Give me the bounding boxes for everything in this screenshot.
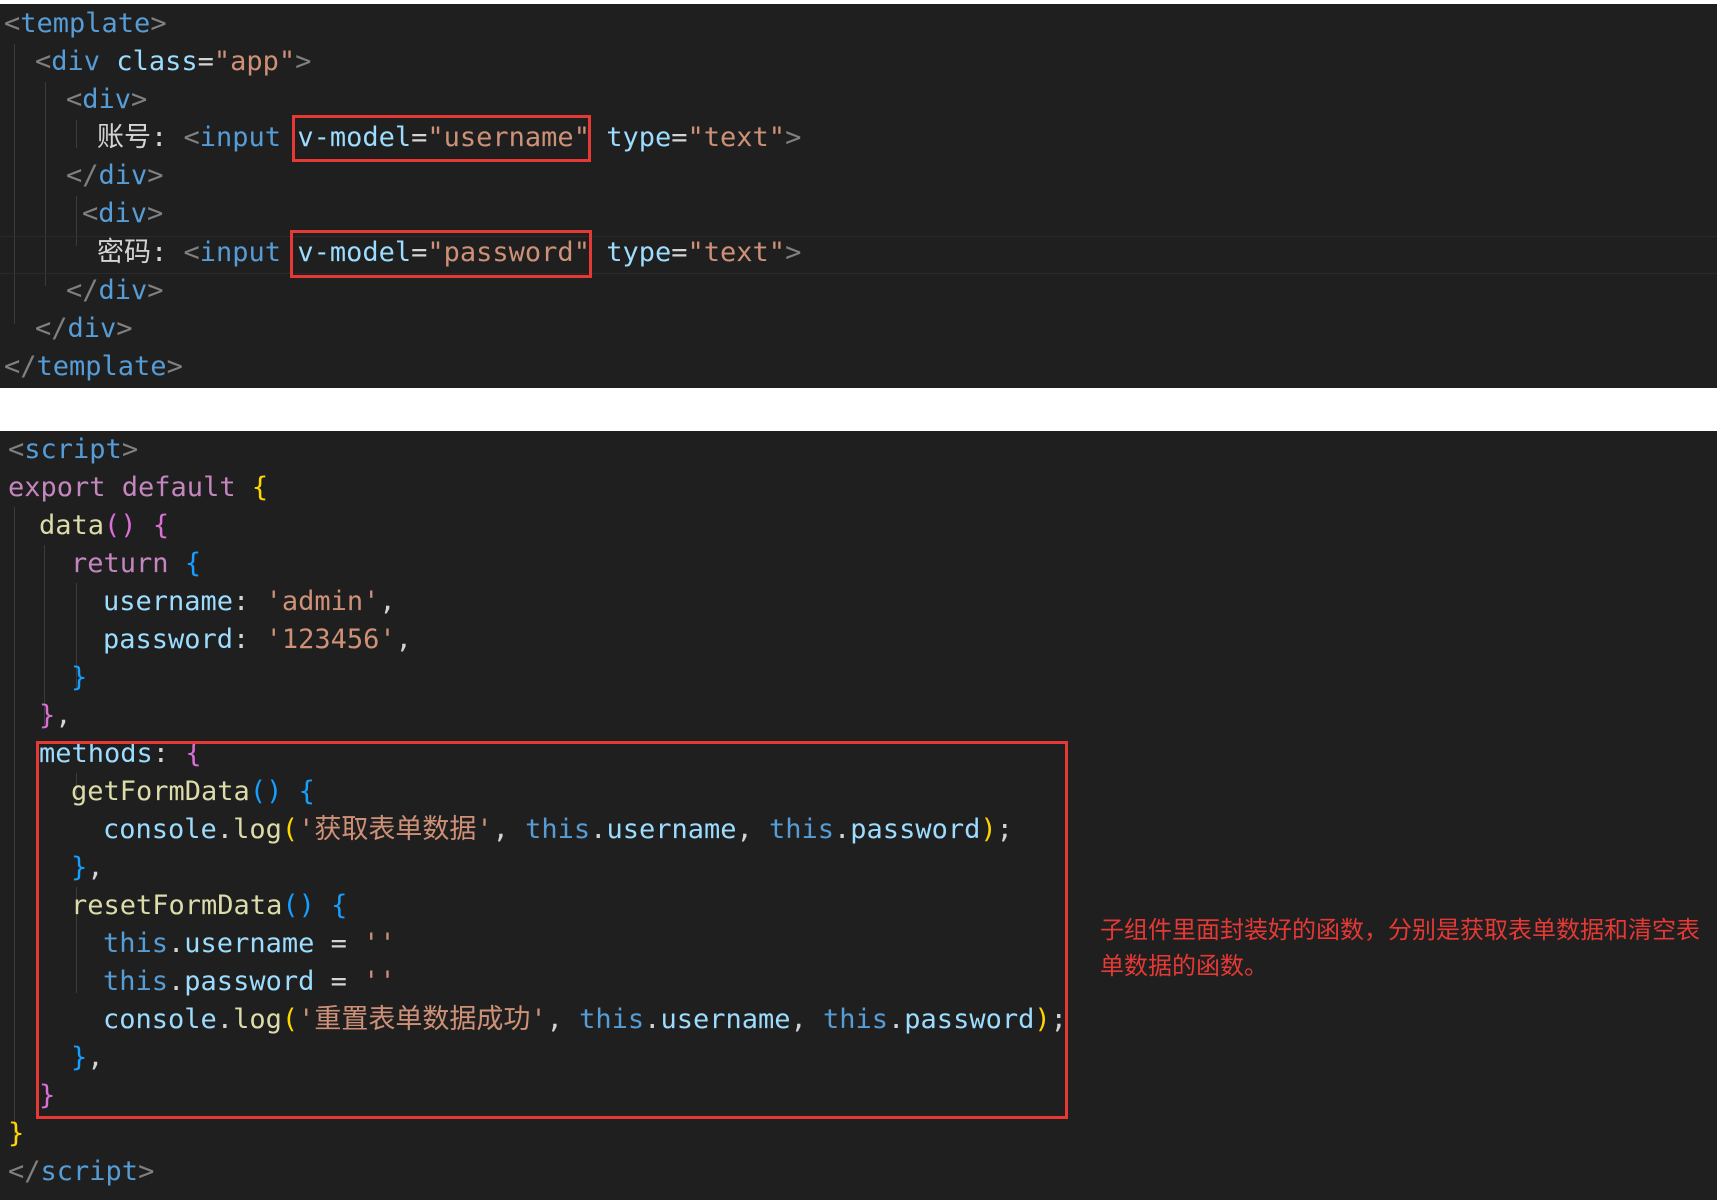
code-line-return: return { — [71, 548, 202, 579]
code-line-script-close: </script> — [8, 1156, 155, 1187]
indent-guide — [14, 44, 15, 324]
code-line-username: username: 'admin', — [103, 586, 396, 617]
code-line-data-close: }, — [39, 700, 72, 731]
code-line-9: </div> — [35, 313, 133, 344]
code-line-10: </template> — [4, 351, 183, 382]
username-vmodel-highlight — [292, 115, 591, 162]
annotation-note: 子组件里面封装好的函数，分别是获取表单数据和清空表单数据的函数。 — [1100, 916, 1700, 980]
code-line-3: <div> — [66, 84, 148, 115]
code-line-return-close: } — [71, 662, 88, 693]
indent-guide — [76, 120, 77, 148]
code-line-export-close: } — [8, 1118, 25, 1149]
password-vmodel-highlight — [290, 230, 592, 278]
methods-block-highlight — [36, 741, 1068, 1119]
code-line-data: data() { — [39, 510, 170, 541]
code-line-export: export default { — [8, 472, 269, 503]
code-line-8: </div> — [66, 275, 164, 306]
script-code-panel: <script> export default { data() { retur… — [0, 431, 1717, 1200]
code-line-password: password: '123456', — [103, 624, 412, 655]
code-line-1: <template> — [4, 8, 167, 39]
code-line-2: <div class="app"> — [35, 46, 312, 77]
template-code-panel: <template> <div class="app"> <div> 账号: <… — [0, 4, 1717, 388]
code-line-5: </div> — [66, 160, 164, 191]
indent-guide — [14, 507, 15, 1143]
code-line-script-open: <script> — [8, 434, 139, 465]
code-line-6: <div> — [82, 198, 164, 229]
